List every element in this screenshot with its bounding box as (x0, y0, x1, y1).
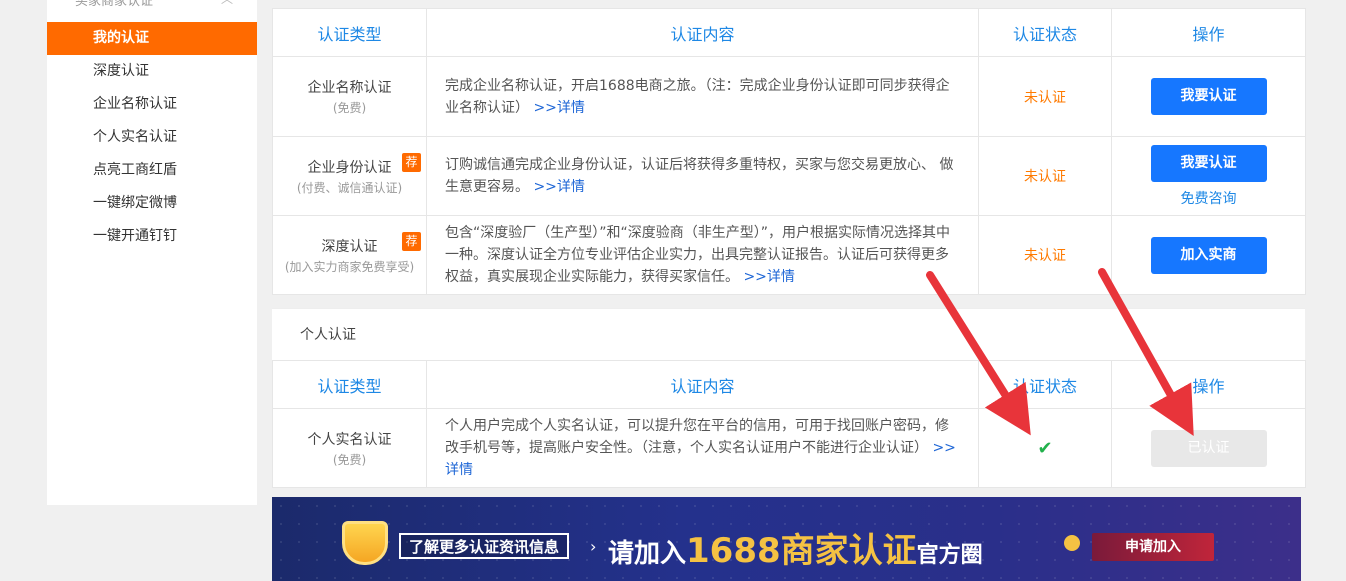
headline-post: 官方圈 (916, 543, 983, 568)
banner-tag: 了解更多认证资讯信息 (399, 533, 570, 559)
cert-type: 荐 企业身份认证 (付费、诚信通认证) (272, 136, 427, 216)
enterprise-cert-panel: 认证类型 认证内容 认证状态 操作 企业名称认证 (免费) 完成企业名称认证，开… (272, 8, 1306, 295)
table-row: 企业名称认证 (免费) 完成企业名称认证，开启1688电商之旅。（注：完成企业身… (272, 56, 1306, 137)
cert-desc: 个人用户完成个人实名认证，可以提升您在平台的信用，可用于找回账户密码，修改手机号… (426, 408, 979, 488)
shield-logo-icon (342, 521, 388, 565)
recommend-badge: 荐 (402, 232, 421, 251)
sidebar: 买家商家认证 ︿ 我的认证 深度认证 企业名称认证 个人实名认证 点亮工商红盾 … (47, 0, 257, 505)
sidebar-section-title[interactable]: 买家商家认证 ︿ (47, 0, 257, 10)
header-content: 认证内容 (426, 8, 979, 57)
cert-desc: 包含“深度验厂（生产型）”和“深度验商（非生产型）”，用户根据实际情况选择其中一… (426, 215, 979, 295)
status-cell: ✔ (978, 408, 1112, 488)
table-row: 荐 企业身份认证 (付费、诚信通认证) 订购诚信通完成企业身份认证，认证后将获得… (272, 136, 1306, 216)
status-text: 未认证 (978, 136, 1112, 216)
details-link[interactable]: >>详情 (743, 269, 794, 285)
sidebar-item-personal-cert[interactable]: 个人实名认证 (47, 121, 257, 154)
headline-main: 1688商家认证 (686, 531, 917, 571)
checkmark-icon: ✔ (1037, 437, 1053, 459)
op-cell: 我要认证 免费咨询 (1111, 136, 1306, 216)
headline-pre: 请加入 (608, 539, 687, 569)
cert-desc-text: 个人用户完成个人实名认证，可以提升您在平台的信用，可用于找回账户密码，修改手机号… (445, 418, 949, 456)
header-type: 认证类型 (272, 8, 427, 57)
sidebar-item-bind-weibo[interactable]: 一键绑定微博 (47, 187, 257, 220)
banner-headline: 请加入1688商家认证官方圈 (608, 523, 983, 572)
badge-icon (1064, 535, 1080, 551)
table-row: 荐 深度认证 (加入实力商家免费享受) 包含“深度验厂（生产型）”和“深度验商（… (272, 215, 1306, 295)
details-link[interactable]: >>详情 (533, 179, 584, 195)
cert-type-label: 企业身份认证 (307, 159, 392, 176)
chevron-right-icon: › (590, 537, 597, 556)
sidebar-item-dingtalk[interactable]: 一键开通钉钉 (47, 220, 257, 253)
chevron-up-icon[interactable]: ︿ (221, 0, 233, 7)
apply-cert-button[interactable]: 我要认证 (1150, 144, 1267, 182)
cert-desc-text: 完成企业名称认证，开启1688电商之旅。（注：完成企业身份认证即可同步获得企业名… (445, 77, 950, 116)
header-op: 操作 (1111, 8, 1306, 57)
cert-type-label: 深度认证 (321, 238, 378, 255)
cert-type-label: 企业名称认证 (307, 80, 392, 96)
promo-banner[interactable]: 了解更多认证资讯信息 › 请加入1688商家认证官方圈 申请加入 (272, 497, 1301, 581)
join-strength-merchant-button[interactable]: 加入实商 (1150, 236, 1267, 274)
free-consult-link[interactable]: 免费咨询 (1112, 188, 1305, 208)
header-status: 认证状态 (978, 8, 1112, 57)
apply-join-button[interactable]: 申请加入 (1092, 533, 1214, 561)
sidebar-item-company-name-cert[interactable]: 企业名称认证 (47, 88, 257, 121)
status-text: 未认证 (978, 215, 1112, 295)
apply-cert-button[interactable]: 我要认证 (1150, 78, 1267, 115)
personal-cert-panel: 认证类型 认证内容 认证状态 操作 个人实名认证 (免费) 个人用户完成个人实名… (272, 360, 1306, 488)
details-link[interactable]: >>详情 (533, 100, 584, 116)
header-op: 操作 (1111, 360, 1306, 409)
status-text: 未认证 (978, 56, 1112, 137)
certified-button: 已认证 (1150, 429, 1267, 467)
cert-desc: 订购诚信通完成企业身份认证，认证后将获得多重特权，买家与您交易更放心、 做生意更… (426, 136, 979, 216)
cert-type-label: 个人实名认证 (307, 431, 392, 448)
cert-desc-text: 包含“深度验厂（生产型）”和“深度验商（非生产型）”，用户根据实际情况选择其中一… (445, 225, 951, 285)
personal-cert-title: 个人认证 (272, 308, 1305, 360)
cert-type-note: (付费、诚信通认证) (296, 180, 403, 195)
section-title-label: 买家商家认证 (75, 0, 154, 9)
personal-cert-table: 认证类型 认证内容 认证状态 操作 个人实名认证 (免费) 个人用户完成个人实名… (272, 360, 1306, 488)
header-content: 认证内容 (426, 360, 979, 409)
cert-type-note: (免费) (332, 101, 367, 115)
cert-desc-text: 订购诚信通完成企业身份认证，认证后将获得多重特权，买家与您交易更放心、 做生意更… (445, 157, 954, 195)
recommend-badge: 荐 (402, 153, 421, 172)
enterprise-cert-table: 认证类型 认证内容 认证状态 操作 企业名称认证 (免费) 完成企业名称认证，开… (272, 8, 1306, 295)
sidebar-item-deep-cert[interactable]: 深度认证 (47, 55, 257, 88)
op-cell: 加入实商 (1111, 215, 1306, 295)
op-cell: 我要认证 (1111, 56, 1306, 137)
header-type: 认证类型 (272, 360, 427, 409)
cert-type-note: (加入实力商家免费享受) (284, 259, 415, 274)
cert-type-note: (免费) (332, 452, 367, 467)
cert-type: 企业名称认证 (免费) (272, 56, 427, 137)
cert-type: 个人实名认证 (免费) (272, 408, 427, 488)
op-cell: 已认证 (1111, 408, 1306, 488)
table-row: 个人实名认证 (免费) 个人用户完成个人实名认证，可以提升您在平台的信用，可用于… (272, 408, 1306, 488)
cert-desc: 完成企业名称认证，开启1688电商之旅。（注：完成企业身份认证即可同步获得企业名… (426, 56, 979, 137)
sidebar-item-my-cert[interactable]: 我的认证 (47, 22, 257, 55)
sidebar-item-red-shield[interactable]: 点亮工商红盾 (47, 154, 257, 187)
cert-type: 荐 深度认证 (加入实力商家免费享受) (272, 215, 427, 295)
header-status: 认证状态 (978, 360, 1112, 409)
